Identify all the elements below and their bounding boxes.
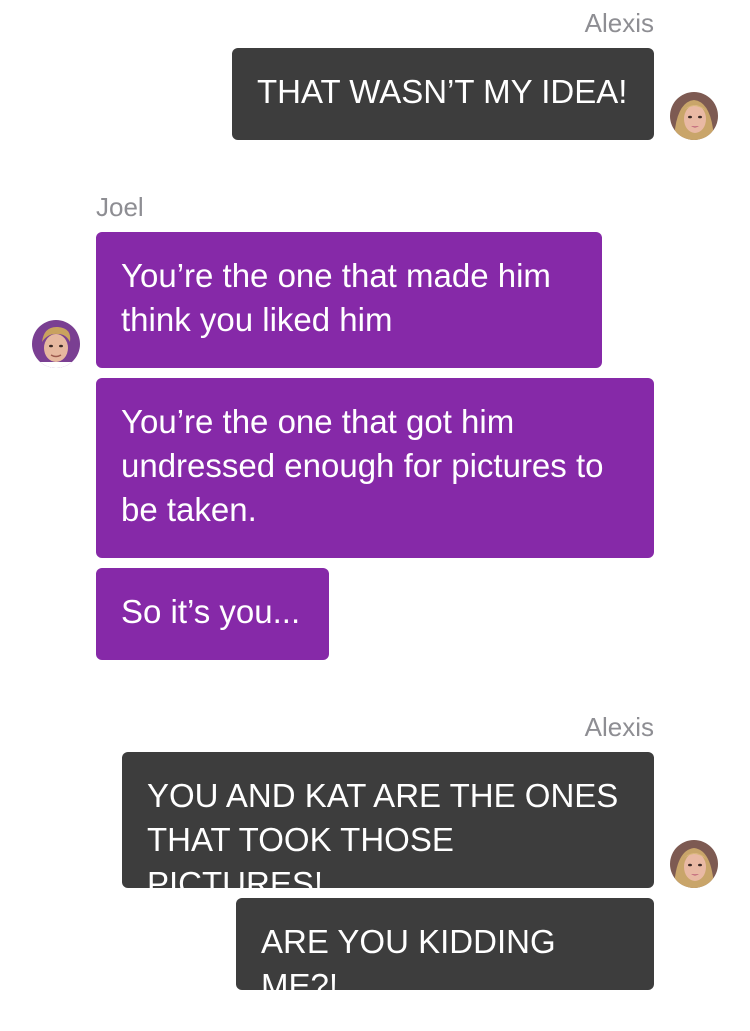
alexis-face-icon — [670, 92, 718, 140]
message-bubble-incoming[interactable]: You’re the one that got him undressed en… — [96, 378, 654, 558]
alexis-avatar-icon[interactable] — [670, 840, 718, 888]
message-bubble-incoming[interactable]: So it’s you... — [96, 568, 329, 660]
message-bubble-incoming[interactable]: You’re the one that made him think you l… — [96, 232, 602, 368]
alexis-face-icon — [670, 840, 718, 888]
sender-name-joel: Joel — [96, 192, 144, 222]
sender-name-alexis: Alexis — [584, 712, 654, 742]
joel-avatar-icon[interactable] — [32, 320, 80, 368]
message-bubble-outgoing[interactable]: YOU AND KAT ARE THE ONES THAT TOOK THOSE… — [122, 752, 654, 902]
message-bubble-outgoing[interactable]: ARE YOU KIDDING ME?! — [236, 898, 654, 1004]
sender-name-alexis: Alexis — [584, 8, 654, 38]
joel-face-icon — [32, 320, 80, 368]
alexis-avatar-icon[interactable] — [670, 92, 718, 140]
message-bubble-outgoing[interactable]: THAT WASN’T MY IDEA! — [232, 48, 654, 140]
